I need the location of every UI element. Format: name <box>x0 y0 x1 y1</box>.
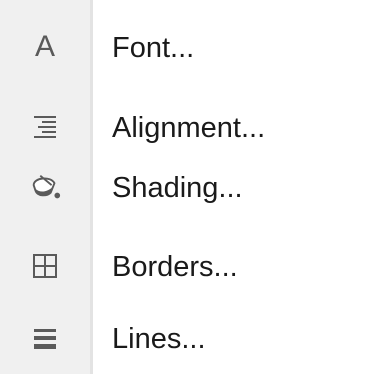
paint-bucket-icon <box>28 170 62 204</box>
alignment-icon <box>28 110 62 144</box>
menu-item-borders-label: Borders... <box>112 251 238 283</box>
menu-item-lines-label: Lines... <box>112 323 206 355</box>
menu-item-alignment[interactable]: Alignment... <box>0 96 381 160</box>
menu-item-lines[interactable]: Lines... <box>0 307 381 371</box>
menu-item-shading-label: Shading... <box>112 172 243 204</box>
menu-item-font[interactable]: A Font... <box>0 16 381 80</box>
format-context-menu: A Font... Alignment... Shading... Border… <box>0 0 381 374</box>
lines-icon <box>28 321 62 355</box>
menu-item-font-label: Font... <box>112 32 195 64</box>
menu-item-alignment-label: Alignment... <box>112 112 266 144</box>
borders-grid-icon <box>28 249 62 283</box>
menu-item-borders[interactable]: Borders... <box>0 235 381 299</box>
menu-item-shading[interactable]: Shading... <box>0 156 381 220</box>
font-icon: A <box>34 30 55 63</box>
